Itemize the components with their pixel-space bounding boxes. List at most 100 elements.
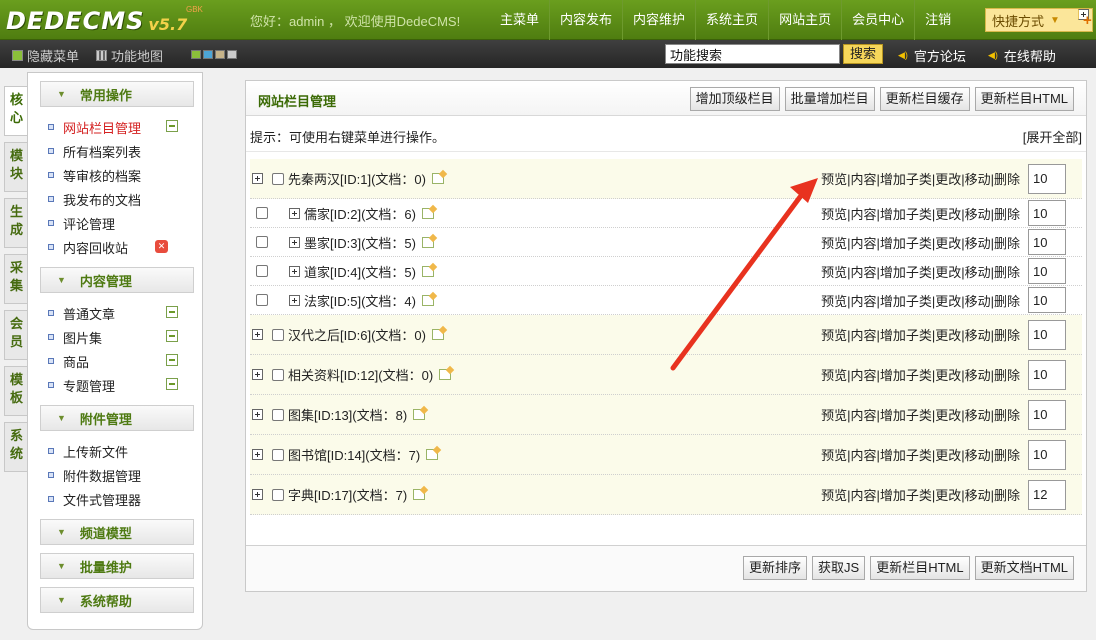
sort-order-input[interactable] <box>1028 479 1066 510</box>
row-checkbox[interactable] <box>272 448 284 461</box>
nav-member-center[interactable]: 会员中心 <box>841 0 914 40</box>
tab-generate[interactable]: 生成 <box>4 198 28 248</box>
row-operations[interactable]: 预览|内容|增加子类|更改|移动|删除 <box>821 395 1020 434</box>
tab-system[interactable]: 系统 <box>4 422 28 472</box>
edit-icon[interactable] <box>421 236 434 248</box>
skin-gray-swatch[interactable] <box>227 50 237 59</box>
sidebar-item-comments[interactable]: 评论管理 <box>48 211 198 235</box>
function-search-input[interactable] <box>665 44 840 64</box>
category-name[interactable]: 墨家[ID:3](文档：5) <box>304 233 416 252</box>
expand-plus-icon[interactable] <box>289 294 300 306</box>
hide-menu-button[interactable]: 隐藏菜单 <box>12 46 79 65</box>
row-checkbox[interactable] <box>272 172 284 185</box>
help-link[interactable]: ◀) 在线帮助 <box>988 46 1056 65</box>
expand-plus-icon[interactable] <box>252 409 263 420</box>
sort-order-input[interactable] <box>1028 439 1066 470</box>
row-checkbox[interactable] <box>256 207 268 219</box>
update-document-html-button[interactable]: 更新文档HTML <box>974 556 1074 580</box>
sort-order-input[interactable] <box>1028 258 1066 284</box>
row-checkbox[interactable] <box>272 408 284 421</box>
subcategory-row[interactable]: 法家[ID:5](文档：4) 预览|内容|增加子类|更改|移动|删除 <box>250 286 1082 315</box>
sidebar-item-all-archives[interactable]: 所有档案列表 <box>48 139 198 163</box>
sort-order-input[interactable] <box>1028 200 1066 226</box>
sort-order-input[interactable] <box>1028 229 1066 255</box>
row-operations[interactable]: 预览|内容|增加子类|更改|移动|删除 <box>821 159 1020 198</box>
row-checkbox[interactable] <box>256 265 268 277</box>
sidebar-item-article[interactable]: 普通文章 <box>48 301 198 325</box>
category-row[interactable]: 图书馆[ID:14](文档：7) 预览|内容|增加子类|更改|移动|删除 <box>250 435 1082 475</box>
sort-order-input[interactable] <box>1028 399 1066 430</box>
edit-icon[interactable] <box>421 265 434 277</box>
function-map-button[interactable]: 功能地图 <box>96 46 163 65</box>
row-checkbox[interactable] <box>272 328 284 341</box>
sidebar-item-category-manage[interactable]: 网站栏目管理 <box>48 115 198 139</box>
expand-plus-icon[interactable] <box>252 369 263 380</box>
category-row[interactable]: 字典[ID:17](文档：7) 预览|内容|增加子类|更改|移动|删除 <box>250 475 1082 515</box>
category-row[interactable]: 先秦两汉[ID:1](文档：0) 预览|内容|增加子类|更改|移动|删除 <box>250 159 1082 199</box>
nav-site-home[interactable]: 网站主页 <box>768 0 841 40</box>
add-icon[interactable] <box>166 330 178 342</box>
add-icon[interactable] <box>166 378 178 390</box>
category-row[interactable]: 汉代之后[ID:6](文档：0) 预览|内容|增加子类|更改|移动|删除 <box>250 315 1082 355</box>
row-operations[interactable]: 预览|内容|增加子类|更改|移动|删除 <box>821 355 1020 394</box>
update-sort-button[interactable]: 更新排序 <box>743 556 808 580</box>
category-name[interactable]: 图集[ID:13](文档：8) <box>288 405 407 424</box>
nav-system-home[interactable]: 系统主页 <box>695 0 768 40</box>
row-checkbox[interactable] <box>256 294 268 306</box>
row-operations[interactable]: 预览|内容|增加子类|更改|移动|删除 <box>821 475 1020 514</box>
row-checkbox[interactable] <box>272 368 284 381</box>
row-operations[interactable]: 预览|内容|增加子类|更改|移动|删除 <box>821 199 1020 227</box>
edit-icon[interactable] <box>421 294 434 306</box>
search-button[interactable]: 搜索 <box>843 44 883 64</box>
add-icon[interactable] <box>166 354 178 366</box>
tab-core[interactable]: 核心 <box>4 86 28 136</box>
section-common-ops[interactable]: ▼ 常用操作 <box>40 81 194 107</box>
add-icon[interactable] <box>166 306 178 318</box>
edit-icon[interactable] <box>421 207 434 219</box>
section-attachment-manage[interactable]: ▼ 附件管理 <box>40 405 194 431</box>
section-batch-maintain[interactable]: ▼ 批量维护 <box>40 553 194 579</box>
edit-icon[interactable] <box>413 409 426 420</box>
sort-order-input[interactable] <box>1028 359 1066 390</box>
edit-icon[interactable] <box>439 369 452 380</box>
row-checkbox[interactable] <box>272 488 284 501</box>
section-content-manage[interactable]: ▼ 内容管理 <box>40 267 194 293</box>
tab-member[interactable]: 会员 <box>4 310 28 360</box>
plus-icon[interactable]: + <box>1078 9 1092 29</box>
subcategory-row[interactable]: 墨家[ID:3](文档：5) 预览|内容|增加子类|更改|移动|删除 <box>250 228 1082 257</box>
sidebar-item-image-set[interactable]: 图片集 <box>48 325 198 349</box>
sort-order-input[interactable] <box>1028 319 1066 350</box>
edit-icon[interactable] <box>431 329 444 340</box>
expand-plus-icon[interactable] <box>289 265 300 277</box>
sidebar-item-my-documents[interactable]: 我发布的文档 <box>48 187 198 211</box>
nav-content-publish[interactable]: 内容发布 <box>549 0 622 40</box>
nav-content-maintain[interactable]: 内容维护 <box>622 0 695 40</box>
nav-logout[interactable]: 注销 <box>914 0 961 40</box>
edit-icon[interactable] <box>431 173 444 184</box>
section-system-help[interactable]: ▼ 系统帮助 <box>40 587 194 613</box>
category-name[interactable]: 儒家[ID:2](文档：6) <box>304 204 416 223</box>
add-top-category-button[interactable]: 增加顶级栏目 <box>689 87 780 111</box>
category-name[interactable]: 汉代之后[ID:6](文档：0) <box>288 325 426 344</box>
category-row[interactable]: 图集[ID:13](文档：8) 预览|内容|增加子类|更改|移动|删除 <box>250 395 1082 435</box>
add-icon[interactable] <box>166 120 178 132</box>
batch-add-category-button[interactable]: 批量增加栏目 <box>784 87 875 111</box>
row-operations[interactable]: 预览|内容|增加子类|更改|移动|删除 <box>821 257 1020 285</box>
category-name[interactable]: 先秦两汉[ID:1](文档：0) <box>288 169 426 188</box>
sidebar-item-attachment-data[interactable]: 附件数据管理 <box>48 463 198 487</box>
quick-menu-button[interactable]: 快捷方式 ▼ + <box>985 8 1093 32</box>
expand-plus-icon[interactable] <box>252 489 263 500</box>
get-js-button[interactable]: 获取JS <box>812 556 866 580</box>
update-category-cache-button[interactable]: 更新栏目缓存 <box>879 87 970 111</box>
subcategory-row[interactable]: 儒家[ID:2](文档：6) 预览|内容|增加子类|更改|移动|删除 <box>250 199 1082 228</box>
update-category-html-button[interactable]: 更新栏目HTML <box>974 87 1074 111</box>
sidebar-item-file-manager[interactable]: 文件式管理器 <box>48 487 198 511</box>
subcategory-row[interactable]: 道家[ID:4](文档：5) 预览|内容|增加子类|更改|移动|删除 <box>250 257 1082 286</box>
sidebar-item-recycle-bin[interactable]: 内容回收站 ✕ <box>48 235 198 259</box>
edit-icon[interactable] <box>426 449 439 460</box>
expand-plus-icon[interactable] <box>289 236 300 248</box>
delete-icon[interactable]: ✕ <box>155 240 168 253</box>
sort-order-input[interactable] <box>1028 163 1066 194</box>
skin-green-swatch[interactable] <box>191 50 201 59</box>
expand-plus-icon[interactable] <box>252 173 263 184</box>
